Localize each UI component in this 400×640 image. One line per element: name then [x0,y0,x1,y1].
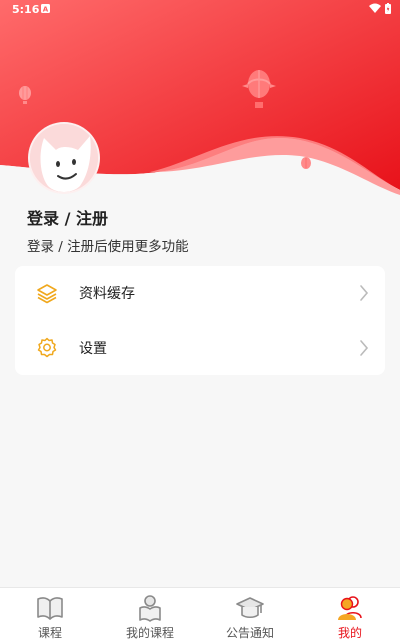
menu-item-label: 设置 [79,341,107,357]
battery-charging-icon [385,3,391,14]
menu-item-settings[interactable]: 设置 [15,321,385,375]
chevron-right-icon [360,285,369,301]
login-subtitle: 登录 / 注册后使用更多功能 [27,239,189,255]
menu-item-cache[interactable]: 资料缓存 [15,266,385,320]
svg-text:A: A [43,6,49,14]
reader-icon [139,595,161,622]
status-bar: 5:16 A [0,0,400,20]
tab-label: 我的课程 [125,626,174,640]
balloon-icon [19,86,31,104]
layers-icon [37,284,57,304]
login-title[interactable]: 登录 / 注册 [27,205,108,229]
users-icon [338,596,362,620]
menu-item-label: 资料缓存 [79,286,135,302]
status-time: 5:16 [12,3,40,16]
tab-courses[interactable]: 课程 [0,588,100,640]
chevron-right-icon [360,340,369,356]
bottom-tab-bar: 课程 我的课程 公告通知 我的 [0,587,400,640]
tab-label: 公告通知 [225,626,274,640]
a-notification-icon: A [41,4,50,13]
gear-icon [37,337,57,358]
avatar[interactable] [28,122,100,194]
small-balloon-icon [301,157,311,169]
menu-card: 资料缓存 设置 [15,266,385,375]
tab-label: 课程 [37,626,62,640]
tab-mine[interactable]: 我的 [300,588,400,640]
hot-air-balloon-icon [242,70,276,108]
tab-label: 我的 [337,626,362,640]
tab-my-courses[interactable]: 我的课程 [100,588,200,640]
graduation-cap-icon [236,597,264,619]
book-icon [37,597,63,620]
wifi-icon [369,3,381,13]
tab-announcements[interactable]: 公告通知 [200,588,300,640]
